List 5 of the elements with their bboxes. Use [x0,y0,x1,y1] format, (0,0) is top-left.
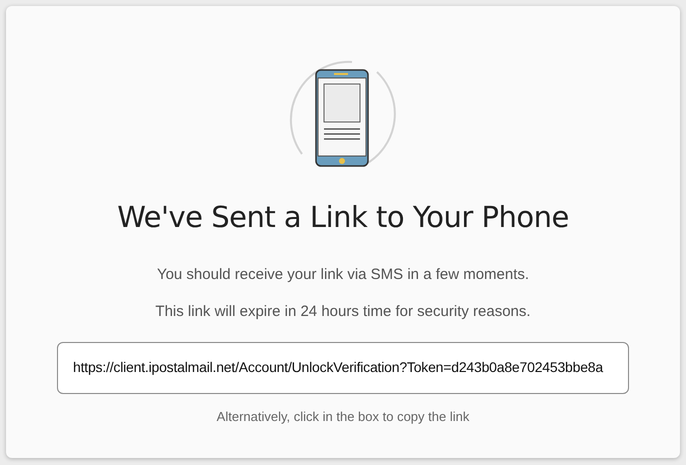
hint-text: Alternatively, click in the box to copy the link [216,408,470,426]
heading: We've Sent a Link to Your Phone [117,199,569,236]
message-text: You should receive your link via SMS in a few moments. [156,264,530,284]
link-field[interactable]: https://client.ipostalmail.net/Account/UnlockVerification?Token=d243b0a8e702453bbe8a [57,342,629,394]
message-text: This link will expire in 24 hours time for security reasons. [155,302,531,322]
